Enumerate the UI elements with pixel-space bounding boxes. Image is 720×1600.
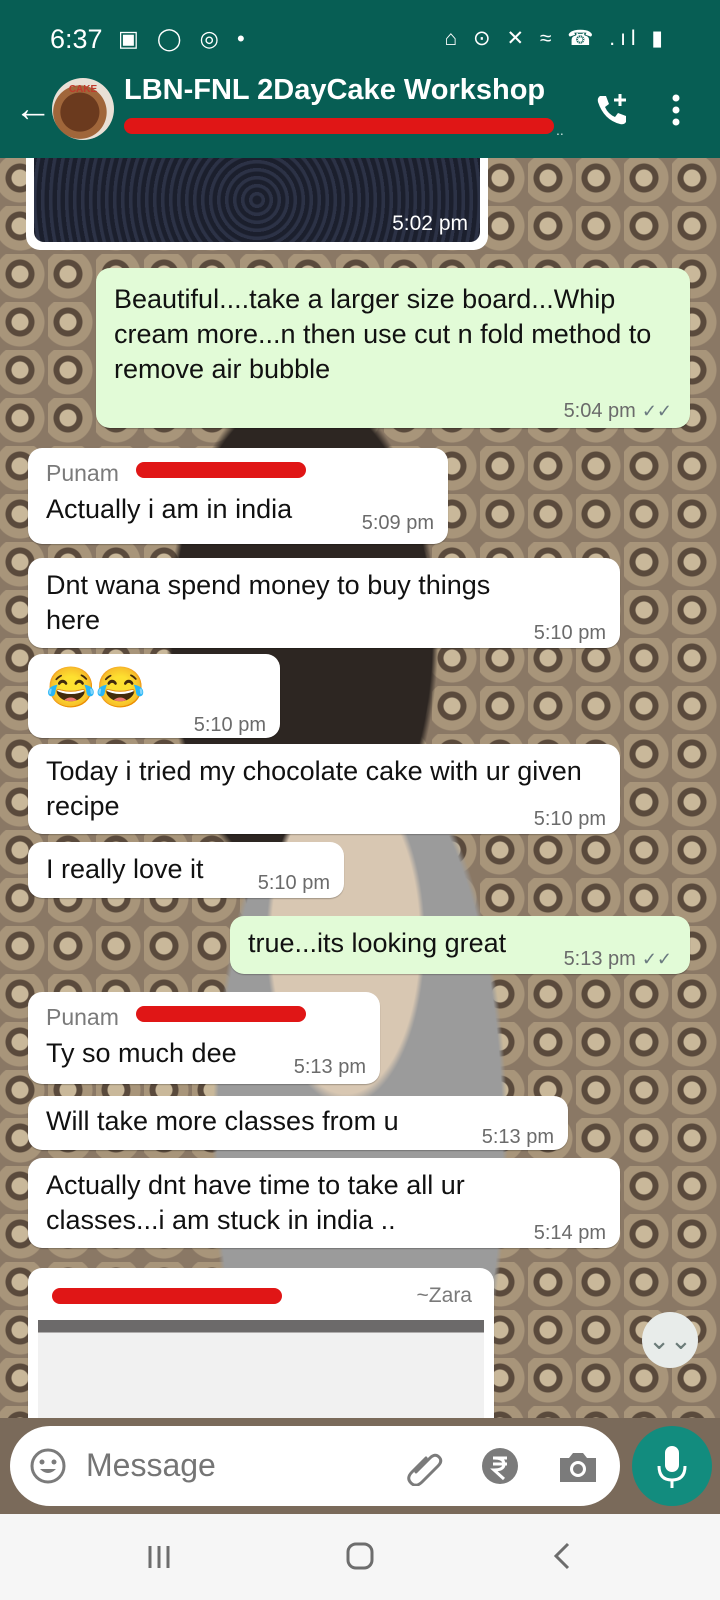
- chevron-double-down-icon: ⌄⌄: [648, 1325, 692, 1355]
- avatar-logo-text: CAKE: [68, 84, 98, 95]
- outgoing-message[interactable]: Beautiful....take a larger size board...…: [96, 268, 690, 428]
- camera-icon[interactable]: [556, 1446, 600, 1486]
- message-text: Ty so much dee: [46, 1038, 237, 1068]
- system-navigation-bar: [0, 1514, 720, 1600]
- incoming-message[interactable]: Actually dnt have time to take all ur cl…: [28, 1158, 620, 1248]
- message-time: 5:13 pm: [481, 1126, 554, 1148]
- message-composer: [0, 1418, 720, 1514]
- message-text: Will take more classes from u: [46, 1106, 399, 1136]
- time-label: 5:04 pm: [563, 400, 636, 422]
- recent-apps-icon[interactable]: [144, 1542, 174, 1572]
- notification-icons: ▣ ◯ ◎ •: [118, 26, 251, 51]
- message-time: 5:14 pm: [533, 1222, 606, 1244]
- home-icon[interactable]: [344, 1540, 376, 1572]
- sender-phone-redacted: [136, 462, 306, 478]
- back-icon[interactable]: [548, 1540, 578, 1572]
- outgoing-message[interactable]: true...its looking great 5:13 pm ✓✓: [230, 916, 690, 974]
- status-bar: 6:37 ▣ ◯ ◎ • ⌂ ⊙ ✕ ≈ ☎ .ıl ▮: [0, 0, 720, 78]
- incoming-message[interactable]: I really love it 5:10 pm: [28, 842, 344, 898]
- sender-name[interactable]: Punam: [46, 1000, 119, 1035]
- message-time: 5:04 pm ✓✓: [564, 394, 672, 429]
- read-ticks-icon: ✓✓: [641, 949, 672, 969]
- message-time: 5:13 pm: [293, 1056, 366, 1078]
- message-text: Beautiful....take a larger size board...…: [114, 284, 652, 384]
- incoming-message[interactable]: Dnt wana spend money to buy things here …: [28, 558, 620, 648]
- time-label: 5:13 pm: [563, 948, 636, 970]
- image-message-tail[interactable]: 5:02 pm: [26, 158, 488, 250]
- message-input[interactable]: [84, 1446, 368, 1485]
- message-box: [10, 1426, 620, 1506]
- group-avatar[interactable]: CAKE: [52, 78, 114, 140]
- read-ticks-icon: ✓✓: [641, 401, 672, 421]
- voice-record-button[interactable]: [632, 1426, 712, 1506]
- scroll-to-bottom-button[interactable]: ⌄⌄: [642, 1312, 698, 1368]
- sender-alias: ~Zara: [416, 1284, 472, 1307]
- incoming-message[interactable]: Punam Actually i am in india 5:09 pm: [28, 448, 448, 544]
- back-arrow-icon[interactable]: ←: [14, 90, 52, 128]
- message-text: Today i tried my chocolate cake with ur …: [46, 756, 582, 821]
- incoming-image-message[interactable]: ~Zara: [28, 1268, 494, 1418]
- message-text: Actually i am in india: [46, 494, 293, 524]
- chat-area[interactable]: 5:02 pm Beautiful....take a larger size …: [0, 158, 720, 1418]
- emoji-icon[interactable]: [28, 1446, 68, 1486]
- message-text: true...its looking great: [248, 928, 507, 958]
- incoming-message[interactable]: Will take more classes from u 5:13 pm: [28, 1096, 568, 1150]
- message-text: Actually dnt have time to take all ur cl…: [46, 1170, 465, 1235]
- sender-phone-redacted: [52, 1288, 282, 1304]
- mic-icon: [657, 1446, 687, 1488]
- message-text: I really love it: [46, 854, 204, 884]
- incoming-message[interactable]: Punam Ty so much dee 5:13 pm: [28, 992, 380, 1084]
- group-title[interactable]: LBN-FNL 2DayCake Workshop: [124, 74, 545, 107]
- message-time: 5:10 pm: [193, 714, 266, 736]
- rupee-payment-icon[interactable]: [480, 1446, 520, 1486]
- emoji-text: 😂😂: [46, 666, 146, 710]
- incoming-message[interactable]: Today i tried my chocolate cake with ur …: [28, 744, 620, 834]
- sender-phone-redacted: [136, 1006, 306, 1022]
- attach-icon[interactable]: [404, 1446, 444, 1486]
- more-options-icon[interactable]: [664, 88, 688, 132]
- message-time: 5:10 pm: [257, 872, 330, 894]
- group-members-overflow: ..: [556, 122, 564, 138]
- add-call-icon[interactable]: [590, 88, 634, 132]
- sender-name[interactable]: Punam: [46, 456, 119, 491]
- message-text: Dnt wana spend money to buy things here: [46, 570, 491, 635]
- status-time: 6:37: [50, 24, 103, 54]
- group-members-redacted[interactable]: [124, 118, 554, 134]
- message-image[interactable]: [38, 1320, 484, 1418]
- message-time: 5:02 pm: [392, 212, 468, 235]
- incoming-message[interactable]: 😂😂 5:10 pm: [28, 654, 280, 738]
- chat-header: ← CAKE LBN-FNL 2DayCake Workshop ..: [0, 74, 720, 158]
- system-status-icons: ⌂ ⊙ ✕ ≈ ☎ .ıl ▮: [444, 27, 668, 50]
- message-time: 5:10 pm: [533, 622, 606, 644]
- message-time: 5:10 pm: [533, 808, 606, 830]
- message-time: 5:09 pm: [361, 512, 434, 534]
- message-time: 5:13 pm ✓✓: [564, 942, 672, 977]
